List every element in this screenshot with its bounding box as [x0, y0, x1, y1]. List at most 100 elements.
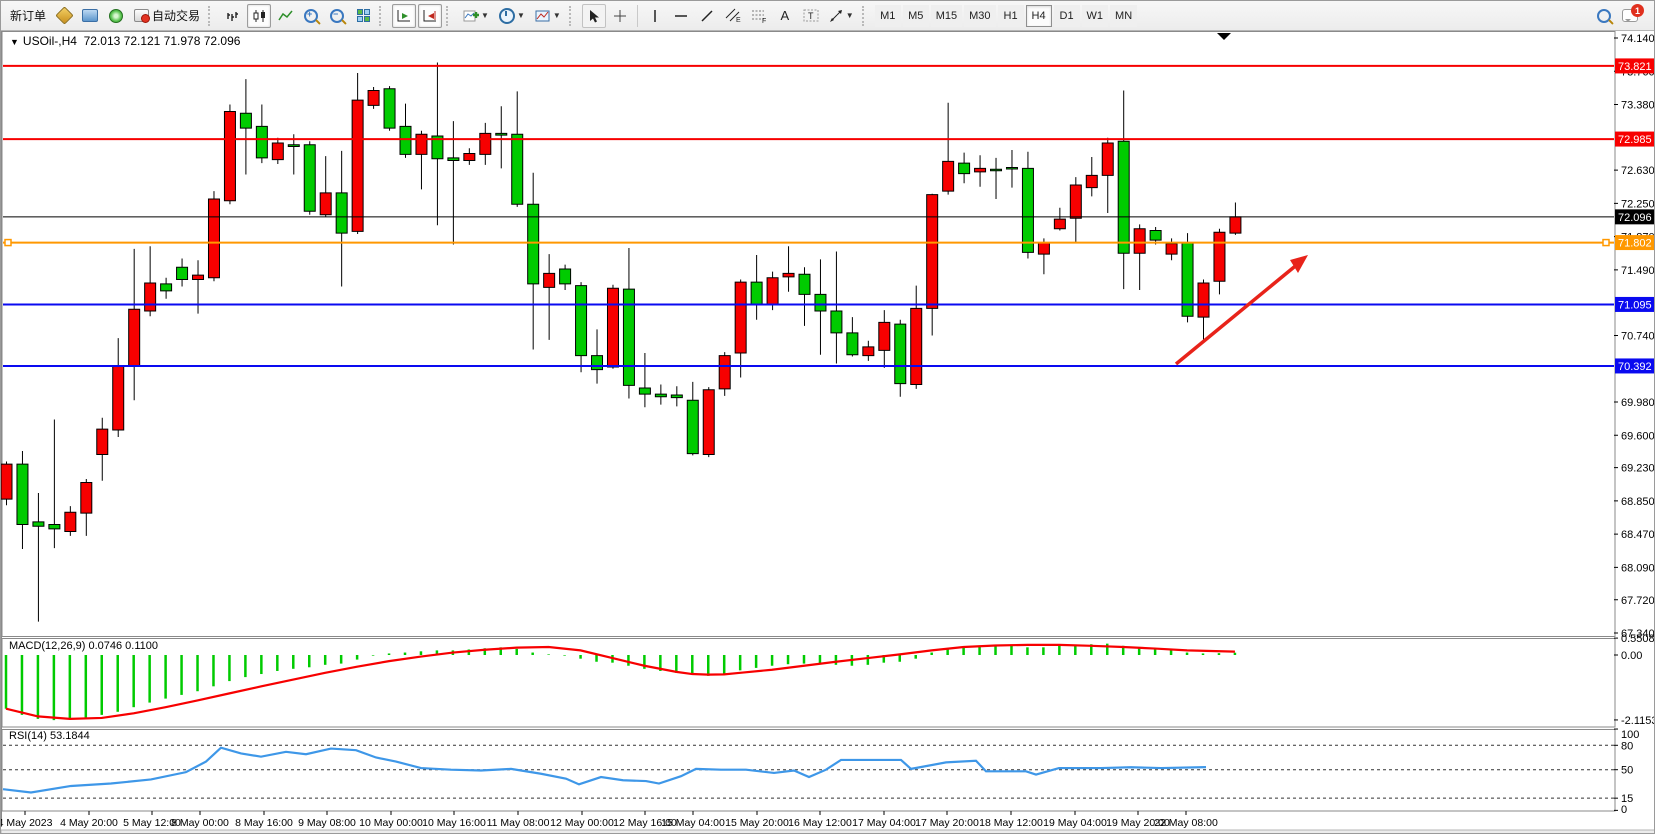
candle-body-down	[177, 267, 188, 279]
price-badge-text: 73.821	[1618, 61, 1652, 73]
candle-body-down	[384, 89, 395, 128]
candle-body-up	[911, 308, 922, 384]
price-tick-label: 70.740	[1621, 331, 1655, 343]
toolbar-grip	[446, 6, 455, 26]
new-order-button[interactable]: 新订单	[6, 4, 50, 28]
candle-body-down	[671, 395, 682, 398]
horizontal-line-tool-button[interactable]	[669, 4, 693, 28]
candle-body-down	[1150, 231, 1161, 241]
chart-shift-button[interactable]	[418, 4, 442, 28]
timeframe-button-h4[interactable]: H4	[1026, 5, 1052, 27]
zoom-in-button[interactable]: +	[299, 4, 323, 28]
terminal-button[interactable]	[78, 4, 102, 28]
auto-scroll-button[interactable]	[392, 4, 416, 28]
bar-chart-type-button[interactable]	[221, 4, 245, 28]
candle-body-down	[815, 294, 826, 311]
indicators-button[interactable]: ▼	[459, 4, 493, 28]
fibonacci-tool-button[interactable]: F	[747, 4, 771, 28]
candle-body-down	[288, 145, 299, 147]
vertical-line-tool-button[interactable]	[643, 4, 667, 28]
chat-unread-badge: 1	[1631, 4, 1644, 17]
price-tick-label: 72.630	[1621, 165, 1655, 177]
timeframe-button-h1[interactable]: H1	[998, 5, 1024, 27]
auto-scroll-icon	[396, 9, 412, 23]
candle-body-up	[97, 429, 108, 454]
svg-text:F: F	[762, 18, 766, 23]
candlestick-chart-type-button[interactable]	[247, 4, 271, 28]
toolbar-separator	[637, 5, 638, 27]
candle-body-down	[49, 525, 60, 529]
trading-platform-window: 新订单 自动交易 + − ▼ ▼	[0, 0, 1655, 834]
candle-body-up	[1054, 219, 1065, 229]
cursor-tool-button[interactable]	[582, 4, 606, 28]
candle-body-up	[81, 483, 92, 514]
time-tick-label: 17 May 20:00	[915, 817, 979, 829]
time-tick-label: 19 May 04:00	[1043, 817, 1107, 829]
trendline-tool-button[interactable]	[695, 4, 719, 28]
crosshair-tool-button[interactable]	[608, 4, 632, 28]
candle-body-up	[1214, 232, 1225, 281]
text-label-tool-button[interactable]: T	[799, 4, 823, 28]
templates-button[interactable]: ▼	[531, 4, 565, 28]
svg-text:E: E	[736, 17, 741, 23]
arrows-tool-button[interactable]: ▼	[825, 4, 858, 28]
timeframe-button-m1[interactable]: M1	[875, 5, 901, 27]
candle-body-down	[1118, 141, 1129, 253]
candle-body-up	[352, 100, 363, 231]
price-tick-label: 68.470	[1621, 529, 1655, 541]
candle-body-down	[336, 193, 347, 233]
macd-pane[interactable]	[2, 639, 1615, 728]
terminal-icon	[82, 9, 98, 22]
periods-button[interactable]: ▼	[495, 4, 529, 28]
price-tick-label: 67.720	[1621, 595, 1655, 607]
toolbar-grip	[862, 6, 871, 26]
candle-body-up	[1086, 175, 1097, 187]
time-axis[interactable]: 4 May 20234 May 20:005 May 12:008 May 00…	[1, 811, 1218, 829]
price-tick-label: 69.230	[1621, 463, 1655, 475]
zoom-out-button[interactable]: −	[325, 4, 349, 28]
chart-canvas[interactable]: 74.14073.76073.38072.63072.25071.87071.4…	[1, 31, 1655, 834]
candle-body-down	[528, 204, 539, 284]
time-tick-label: 16 May 12:00	[788, 817, 852, 829]
candle-body-up	[703, 390, 714, 455]
candle-body-up	[1134, 229, 1145, 254]
price-tick-label: 72.250	[1621, 198, 1655, 210]
rsi-pane[interactable]	[2, 730, 1615, 812]
main-toolbar: 新订单 自动交易 + − ▼ ▼	[1, 1, 1655, 31]
signals-button[interactable]	[104, 4, 128, 28]
indicators-icon	[463, 9, 479, 23]
bar-chart-icon	[226, 9, 241, 23]
price-axis[interactable]: 74.14073.76073.38072.63072.25071.87071.4…	[1614, 33, 1655, 640]
timeframe-button-m15[interactable]: M15	[931, 5, 962, 27]
tile-windows-button[interactable]	[351, 4, 375, 28]
crosshair-icon	[613, 9, 627, 23]
market-depth-button[interactable]	[52, 4, 76, 28]
candle-body-down	[751, 282, 762, 305]
line-chart-type-button[interactable]	[273, 4, 297, 28]
timeframe-button-d1[interactable]: D1	[1054, 5, 1080, 27]
line-handle[interactable]	[1603, 240, 1609, 246]
candle-body-up	[719, 356, 730, 389]
chevron-down-icon: ▼	[846, 11, 854, 20]
channel-tool-button[interactable]: E	[721, 4, 745, 28]
candle-body-up	[129, 309, 140, 366]
timeframe-group: M1M5M15M30H1H4D1W1MN	[874, 5, 1138, 27]
auto-trading-button[interactable]: 自动交易	[130, 4, 204, 28]
candle-body-up	[975, 168, 986, 172]
line-handle[interactable]	[5, 240, 11, 246]
candle-body-down	[33, 522, 44, 526]
candle-body-up	[145, 283, 156, 311]
chevron-down-icon: ▼	[517, 11, 525, 20]
candle-body-up	[767, 278, 778, 305]
candle-body-down	[687, 400, 698, 453]
timeframe-button-m5[interactable]: M5	[903, 5, 929, 27]
window-bottom-strip	[1, 830, 1655, 834]
cursor-icon	[587, 9, 601, 23]
text-label-icon: T	[803, 8, 819, 23]
timeframe-button-w1[interactable]: W1	[1082, 5, 1109, 27]
text-tool-button[interactable]: A	[773, 4, 797, 28]
search-button[interactable]	[1592, 4, 1616, 28]
timeframe-button-m30[interactable]: M30	[964, 5, 995, 27]
timeframe-button-mn[interactable]: MN	[1110, 5, 1137, 27]
chat-button[interactable]: 1	[1618, 4, 1642, 28]
